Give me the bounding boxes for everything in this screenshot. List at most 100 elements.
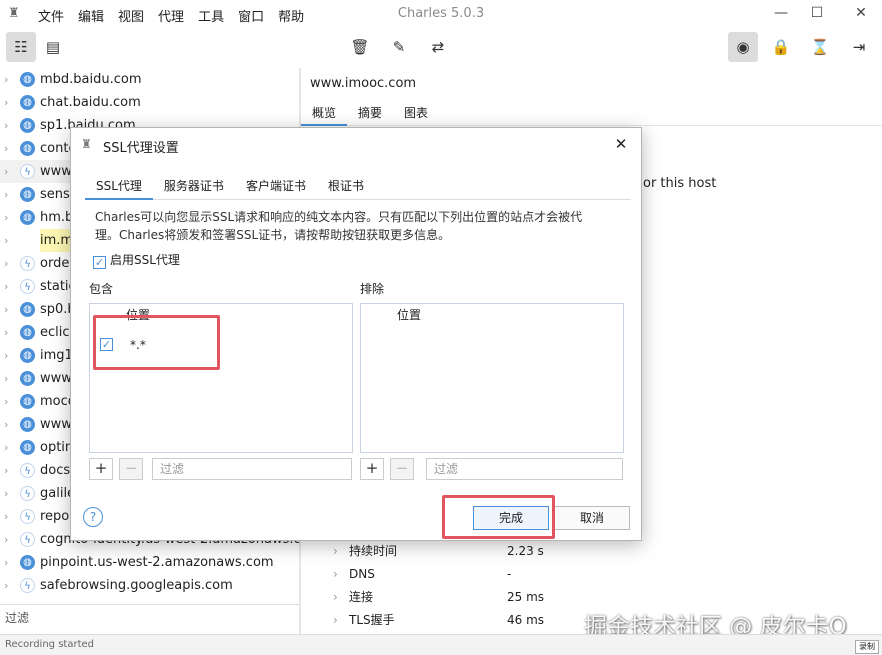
expand-arrow-icon[interactable]: › xyxy=(4,390,14,413)
bolt-icon: ϟ xyxy=(20,256,35,271)
expand-arrow-icon[interactable]: › xyxy=(4,574,14,597)
expand-arrow-icon[interactable]: › xyxy=(4,344,14,367)
prop-value: 46 ms xyxy=(507,613,545,627)
tab-summary[interactable]: 摘要 xyxy=(347,100,393,126)
list-view-icon[interactable]: ☷ xyxy=(6,32,36,62)
tab-ssl-proxy[interactable]: SSL代理 xyxy=(85,175,153,200)
bolt-icon: ϟ xyxy=(20,532,35,547)
expand-arrow-icon[interactable]: › xyxy=(4,91,14,114)
exclude-remove-button[interactable]: − xyxy=(390,458,414,480)
expand-arrow-icon[interactable]: › xyxy=(333,586,338,609)
expand-arrow-icon[interactable]: › xyxy=(4,68,14,91)
exclude-list[interactable]: 位置 xyxy=(360,303,624,453)
exclude-filter-input[interactable]: 过滤 xyxy=(426,458,623,480)
globe-icon: ◍ xyxy=(20,394,35,409)
globe-icon: ◍ xyxy=(20,187,35,202)
minimize-icon[interactable]: — xyxy=(770,3,792,23)
include-row-checkbox[interactable]: ✓ xyxy=(100,338,113,351)
tree-item[interactable]: › ◍ mbd.baidu.com xyxy=(0,68,299,91)
help-button[interactable]: ? xyxy=(83,507,103,527)
expand-arrow-icon[interactable]: › xyxy=(4,321,14,344)
include-row[interactable]: ✓ *.* xyxy=(90,334,352,356)
expand-arrow-icon[interactable]: › xyxy=(4,229,14,252)
prop-row[interactable]: › 持续时间 2.23 s xyxy=(331,540,871,563)
enable-ssl-row[interactable]: ✓ 启用SSL代理 xyxy=(93,252,180,269)
menu-help[interactable]: 帮助 xyxy=(278,6,304,25)
expand-arrow-icon[interactable]: › xyxy=(333,563,338,586)
menu-file[interactable]: 文件 xyxy=(38,6,64,25)
include-column-header[interactable]: 位置 xyxy=(90,304,352,324)
expand-arrow-icon[interactable]: › xyxy=(4,206,14,229)
enable-ssl-checkbox[interactable]: ✓ xyxy=(93,256,106,269)
tree-item[interactable]: › ◍ chat.baidu.com xyxy=(0,91,299,114)
status-text: Recording started xyxy=(5,639,94,650)
toolbar: ☷ ▤ 🗑 ✎ ⇄ ◉ 🔒 ⌛ ⇥ xyxy=(0,30,882,66)
description-line: 理。Charles将颁发和签署SSL证书，请按帮助按钮获取更多信息。 xyxy=(95,228,451,242)
arrow-to-line-icon[interactable]: ⇥ xyxy=(844,32,874,62)
maximize-icon[interactable]: ☐ xyxy=(806,3,828,23)
exclude-label: 排除 xyxy=(360,282,385,296)
tab-root-cert[interactable]: 根证书 xyxy=(317,175,375,200)
globe-icon: ◍ xyxy=(20,118,35,133)
trash-icon[interactable]: 🗑 xyxy=(345,32,375,62)
expand-arrow-icon[interactable]: › xyxy=(4,183,14,206)
prop-value: 2.23 s xyxy=(507,544,544,558)
tab-overview[interactable]: 概览 xyxy=(301,100,348,126)
tab-server-certs[interactable]: 服务器证书 xyxy=(153,175,235,200)
prop-row[interactable]: › DNS - xyxy=(331,563,871,586)
include-filter-input[interactable]: 过滤 xyxy=(152,458,352,480)
tree-item-host: mbd.baidu.com xyxy=(40,72,142,87)
record-status-button[interactable]: 录制 xyxy=(855,640,879,654)
close-window-icon[interactable]: ✕ xyxy=(850,3,872,23)
include-remove-button[interactable]: − xyxy=(119,458,143,480)
tree-item-host: repo xyxy=(40,509,70,524)
hourglass-icon[interactable]: ⌛ xyxy=(805,32,835,62)
prop-key: 持续时间 xyxy=(349,544,398,558)
tree-item[interactable]: › ◍ pinpoint.us-west-2.amazonaws.com xyxy=(0,551,299,574)
repeat-icon[interactable]: ⇄ xyxy=(423,32,453,62)
globe-icon: ◍ xyxy=(20,371,35,386)
tree-item-host: pinpoint.us-west-2.amazonaws.com xyxy=(40,555,274,570)
edit-icon[interactable]: ✎ xyxy=(384,32,414,62)
globe-icon: ◍ xyxy=(20,302,35,317)
expand-arrow-icon[interactable]: › xyxy=(4,298,14,321)
expand-arrow-icon[interactable]: › xyxy=(4,505,14,528)
expand-arrow-icon[interactable]: › xyxy=(4,275,14,298)
cancel-button[interactable]: 取消 xyxy=(554,506,630,530)
expand-arrow-icon[interactable]: › xyxy=(4,367,14,390)
expand-arrow-icon[interactable]: › xyxy=(4,551,14,574)
expand-arrow-icon[interactable]: › xyxy=(4,137,14,160)
dialog-tabs: SSL代理 服务器证书 客户端证书 根证书 xyxy=(85,175,631,200)
include-add-button[interactable]: + xyxy=(89,458,113,480)
close-icon[interactable]: ✕ xyxy=(611,134,631,154)
record-icon[interactable]: ◉ xyxy=(728,32,758,62)
exclude-column-header[interactable]: 位置 xyxy=(361,304,623,324)
exclude-add-button[interactable]: + xyxy=(360,458,384,480)
menu-proxy[interactable]: 代理 xyxy=(158,6,184,25)
prop-row[interactable]: › 连接 25 ms xyxy=(331,586,871,609)
tree-item[interactable]: › ϟ safebrowsing.googleapis.com xyxy=(0,574,299,597)
expand-arrow-icon[interactable]: › xyxy=(333,540,338,563)
expand-arrow-icon[interactable]: › xyxy=(4,459,14,482)
expand-arrow-icon[interactable]: › xyxy=(4,482,14,505)
menu-tools[interactable]: 工具 xyxy=(198,6,224,25)
detail-view-icon[interactable]: ▤ xyxy=(38,32,68,62)
ok-button[interactable]: 完成 xyxy=(473,506,549,530)
dialog-description: Charles可以向您显示SSL请求和响应的纯文本内容。只有匹配以下列出位置的站… xyxy=(95,208,595,244)
menu-edit[interactable]: 编辑 xyxy=(78,6,104,25)
expand-arrow-icon[interactable]: › xyxy=(4,528,14,551)
expand-arrow-icon[interactable]: › xyxy=(4,114,14,137)
expand-arrow-icon[interactable]: › xyxy=(333,609,338,632)
menu-view[interactable]: 视图 xyxy=(118,6,144,25)
menu-window[interactable]: 窗口 xyxy=(238,6,264,25)
tab-chart[interactable]: 图表 xyxy=(393,100,439,126)
expand-arrow-icon[interactable]: › xyxy=(4,160,14,183)
include-list[interactable]: 位置 ✓ *.* xyxy=(89,303,353,453)
expand-arrow-icon[interactable]: › xyxy=(4,413,14,436)
bolt-icon: ϟ xyxy=(20,578,35,593)
expand-arrow-icon[interactable]: › xyxy=(4,252,14,275)
lock-icon[interactable]: 🔒 xyxy=(766,32,796,62)
tree-filter[interactable]: 过滤 xyxy=(0,604,299,634)
expand-arrow-icon[interactable]: › xyxy=(4,436,14,459)
tab-client-certs[interactable]: 客户端证书 xyxy=(235,175,317,200)
